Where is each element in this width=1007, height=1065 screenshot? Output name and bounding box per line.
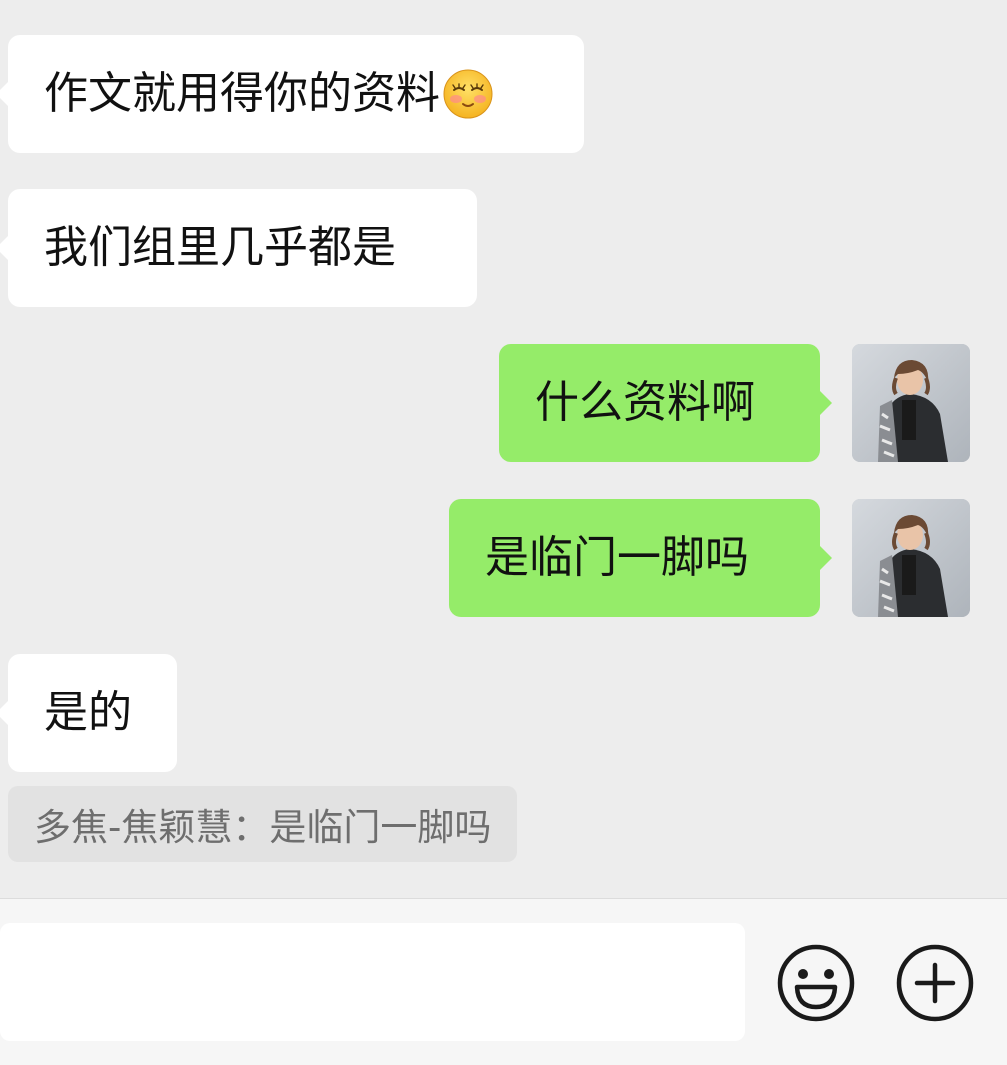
quoted-message[interactable]: 多焦-焦颖慧：是临门一脚吗	[8, 786, 518, 862]
input-bar	[0, 898, 1007, 1065]
message-input[interactable]	[0, 923, 745, 1041]
message-text: 我们组里几乎都是	[44, 222, 396, 273]
chat-message-list[interactable]: 作文就用得你的资料 我们组里几乎都是 什么资料啊 是临门一脚吗 是的 多焦-焦颖…	[0, 0, 1007, 898]
message-text: 作文就用得你的资料	[44, 68, 440, 119]
shy-smiling-face-icon	[443, 69, 493, 119]
incoming-message-bubble[interactable]: 是的	[0, 654, 177, 772]
outgoing-message-bubble[interactable]: 什么资料啊	[499, 344, 832, 462]
message-text: 什么资料啊	[535, 377, 755, 428]
message-text: 是临门一脚吗	[485, 532, 749, 583]
person-photo-icon	[852, 344, 970, 462]
person-photo-icon	[852, 499, 970, 617]
incoming-message-bubble[interactable]: 作文就用得你的资料	[0, 35, 584, 153]
outgoing-message-bubble[interactable]: 是临门一脚吗	[449, 499, 832, 617]
user-avatar[interactable]	[852, 344, 970, 462]
quoted-message-text: 多焦-焦颖慧：是临门一脚吗	[34, 806, 492, 849]
user-avatar[interactable]	[852, 499, 970, 617]
plus-circle-icon[interactable]	[895, 943, 975, 1023]
message-text: 是的	[44, 687, 132, 738]
smiley-face-icon[interactable]	[776, 943, 856, 1023]
incoming-message-bubble[interactable]: 我们组里几乎都是	[0, 189, 477, 307]
